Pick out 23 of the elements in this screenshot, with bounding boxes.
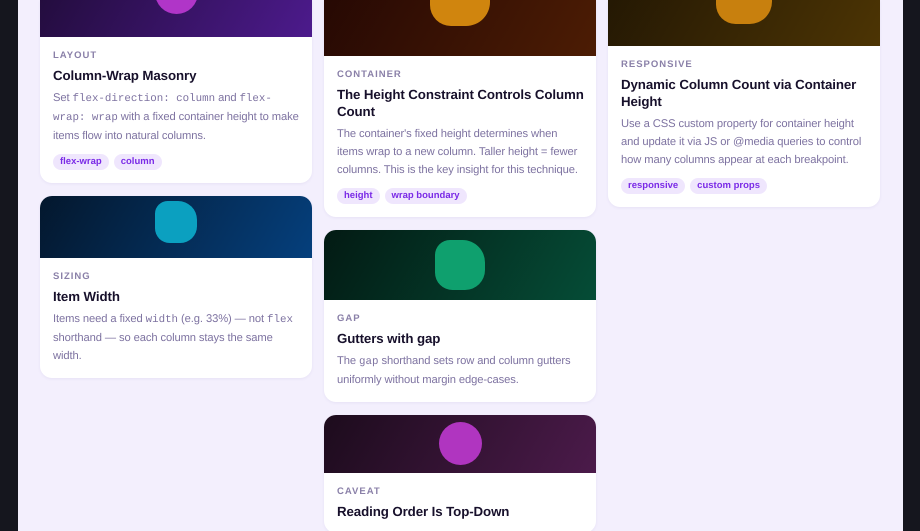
card-category: CAVEAT [337, 485, 382, 499]
card-title: Item Width [53, 288, 121, 305]
tag: height [337, 188, 380, 204]
card-description: The container's fixed height determines when items wrap to a new column. Taller height = fewer columns. This is the key insight for this technique. [337, 127, 579, 178]
card-category: CONTAINER [337, 68, 403, 82]
card-description: The gap shorthand sets row and column gutters uniformly without margin edge-cases. [337, 354, 572, 388]
tag: flex-wrap [53, 154, 109, 170]
card-title: Gutters with gap [337, 330, 442, 347]
card-title: The Height Constraint Controls Column Count [337, 86, 584, 120]
card-description: Use a CSS custom property for container height and update it via JS or @media queries to control how many columns appear at each breakpoint. [621, 117, 862, 168]
card-title: Dynamic Column Count via Container Height [621, 76, 858, 110]
tag: wrap boundary [384, 188, 467, 204]
tag: custom props [690, 178, 767, 194]
card-category: SIZING [53, 270, 92, 284]
card-description: Set flex-direction: column and flex-wrap: wrap with a fixed container height to make items flow into natural columns. [53, 91, 300, 144]
card-title: Column-Wrap Masonry [53, 67, 198, 84]
card-title: Reading Order Is Top-Down [337, 503, 510, 520]
card-description: Items need a fixed width (e.g. 33%) — not flex shorthand — so each column stays the same width. [53, 312, 294, 364]
tag: responsive [621, 178, 686, 194]
tag: column [114, 154, 162, 170]
card-category: LAYOUT [53, 49, 98, 63]
card-category: GAP [337, 312, 362, 326]
card-category: RESPONSIVE [621, 58, 694, 72]
